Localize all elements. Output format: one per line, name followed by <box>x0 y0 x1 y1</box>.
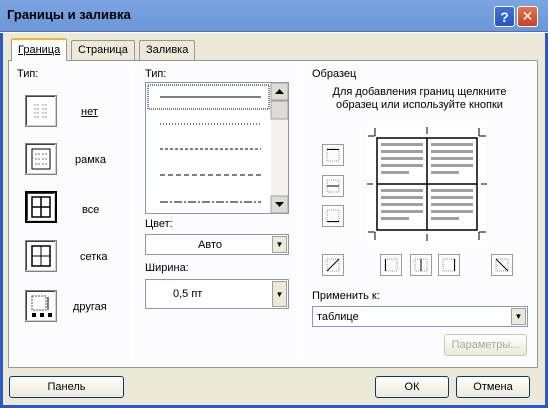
left-border-button[interactable] <box>380 254 402 276</box>
close-icon: ✕ <box>521 8 534 24</box>
color-value: Авто <box>198 239 222 251</box>
toolbar-button[interactable]: Панель <box>9 376 124 398</box>
border-top-icon <box>326 148 340 162</box>
border-diagonal-down-icon <box>495 258 509 272</box>
border-left-icon <box>384 258 398 272</box>
close-button[interactable]: ✕ <box>517 6 538 27</box>
setting-label: Тип: <box>17 68 39 80</box>
color-select[interactable]: Авто ▼ <box>145 234 289 255</box>
ok-button-label: ОК <box>404 381 420 393</box>
width-label: Ширина: <box>145 262 189 274</box>
width-value: 0,5 пт <box>173 288 203 300</box>
border-grid-icon[interactable] <box>25 240 57 272</box>
tab-page[interactable]: Страница <box>71 40 135 60</box>
apply-to-label: Применить к: <box>312 290 380 302</box>
color-label: Цвет: <box>145 218 173 230</box>
inside-vertical-border-button[interactable] <box>410 254 432 276</box>
diagonal-up-border-button[interactable] <box>322 254 344 276</box>
tab-label: Заливка <box>146 44 189 56</box>
border-all-icon[interactable] <box>25 191 57 223</box>
border-inside-horizontal-icon <box>326 179 340 193</box>
right-border-button[interactable] <box>438 254 460 276</box>
cancel-button-label: Отмена <box>473 381 513 393</box>
toolbar-button-label: Панель <box>47 381 86 393</box>
border-right-icon <box>442 258 456 272</box>
tab-border[interactable]: Граница <box>11 38 68 61</box>
help-button[interactable]: ? <box>494 6 515 27</box>
chevron-down-icon[interactable]: ▼ <box>272 281 287 307</box>
divider <box>302 66 303 359</box>
ok-button[interactable]: ОК <box>375 376 449 398</box>
width-select[interactable]: 0,5 пт ▼ <box>145 279 289 309</box>
preview-title: Образец <box>312 68 357 80</box>
chevron-down-icon[interactable]: ▼ <box>272 236 287 253</box>
preview-hint: Для добавления границ щелкните образец и… <box>332 86 507 111</box>
setting-all-label[interactable]: все <box>82 204 99 216</box>
line-style-list[interactable] <box>145 82 289 214</box>
apply-to-value: таблице <box>317 311 359 323</box>
tab-shading[interactable]: Заливка <box>139 40 196 60</box>
tab-label: Граница <box>18 44 61 56</box>
border-none-icon[interactable] <box>25 95 57 127</box>
options-button[interactable]: Параметры... <box>444 334 527 356</box>
bottom-border-button[interactable] <box>322 205 344 227</box>
inside-horizontal-border-button[interactable] <box>322 175 344 197</box>
help-icon: ? <box>500 8 509 25</box>
setting-grid-label[interactable]: сетка <box>80 251 107 263</box>
border-bottom-icon <box>326 209 340 223</box>
border-diagonal-up-icon <box>326 258 340 272</box>
setting-custom-label[interactable]: другая <box>73 301 107 313</box>
setting-none-label[interactable]: нет <box>81 106 98 118</box>
divider <box>131 66 132 359</box>
border-inside-vertical-icon <box>414 258 428 272</box>
cancel-button[interactable]: Отмена <box>456 376 530 398</box>
tab-label: Страница <box>78 44 128 56</box>
preview-area[interactable] <box>367 126 487 242</box>
apply-to-select[interactable]: таблице ▼ <box>312 306 528 327</box>
chevron-down-icon[interactable]: ▼ <box>511 308 526 325</box>
diagonal-down-border-button[interactable] <box>491 254 513 276</box>
top-border-button[interactable] <box>322 144 344 166</box>
window-title: Границы и заливка <box>7 7 131 22</box>
border-custom-icon[interactable] <box>25 290 57 322</box>
setting-box-label[interactable]: рамка <box>75 154 106 166</box>
options-button-label: Параметры... <box>451 339 520 351</box>
style-label: Тип: <box>145 68 167 80</box>
border-box-icon[interactable] <box>25 143 57 175</box>
